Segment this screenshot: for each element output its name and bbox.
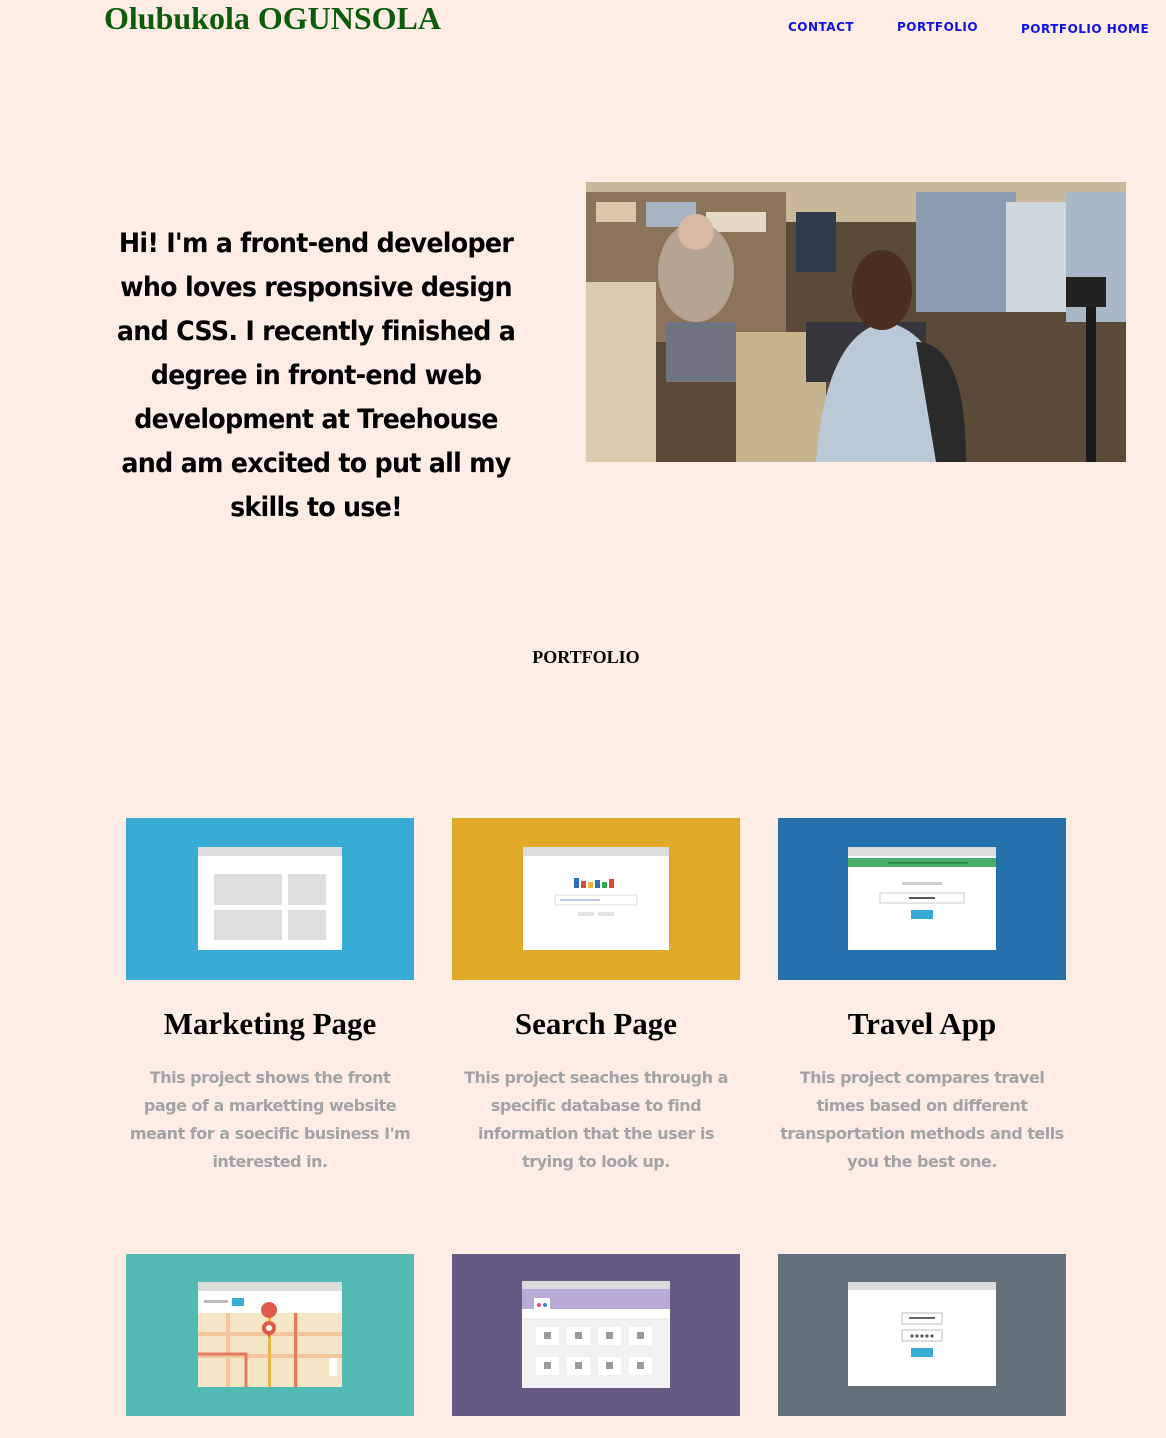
project-card[interactable] <box>126 1254 414 1416</box>
project-title: Travel App <box>847 1006 997 1041</box>
project-thumbnail[interactable] <box>126 1254 414 1416</box>
project-thumbnail[interactable] <box>778 1254 1066 1416</box>
site-name: Olubukola OGUNSOLA <box>104 0 441 36</box>
project-description: This project seaches through a specific … <box>464 1068 728 1171</box>
project-card[interactable] <box>452 1254 740 1416</box>
project-description: This project compares travel times based… <box>780 1068 1064 1171</box>
project-card[interactable]: Travel App This project compares travel … <box>778 818 1066 1176</box>
nav-link-portfolio[interactable]: PORTFOLIO <box>897 20 978 34</box>
project-description: This project shows the front page of a m… <box>129 1068 411 1171</box>
project-thumbnail[interactable] <box>126 818 414 980</box>
project-thumbnail[interactable] <box>778 818 1066 980</box>
intro-text: Hi! I'm a front-end developer who loves … <box>116 228 516 523</box>
project-card[interactable]: Search Page This project seaches through… <box>452 818 740 1176</box>
project-title: Marketing Page <box>163 1006 377 1041</box>
nav-link-contact[interactable]: CONTACT <box>788 20 854 34</box>
portfolio-heading: PORTFOLIO <box>532 647 640 667</box>
nav-link-portfolio-home[interactable]: PORTFOLIO HOME <box>1021 22 1149 36</box>
profile-photo <box>586 182 1126 462</box>
project-title: Search Page <box>514 1006 678 1041</box>
project-card[interactable]: Marketing Page This project shows the fr… <box>126 818 414 1176</box>
project-thumbnail[interactable] <box>452 818 740 980</box>
project-card[interactable] <box>778 1254 1066 1416</box>
project-thumbnail[interactable] <box>452 1254 740 1416</box>
